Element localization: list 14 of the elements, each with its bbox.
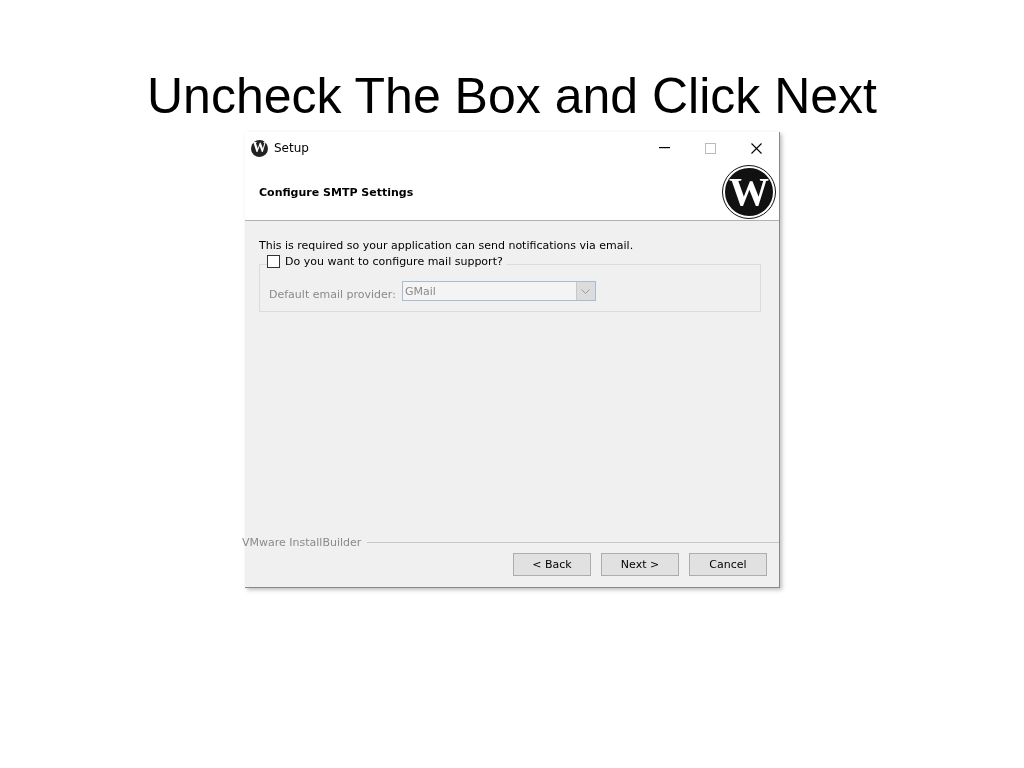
provider-label: Default email provider: <box>269 288 396 301</box>
slide-title: Uncheck The Box and Click Next <box>146 67 878 126</box>
app-logo: W <box>251 139 268 157</box>
minimize-icon[interactable] <box>658 147 670 149</box>
brand-label: VMware InstallBuilder <box>242 535 363 549</box>
description-text: This is required so your application can send notifications via email. <box>259 239 635 252</box>
page-heading: Configure SMTP Settings <box>259 185 414 199</box>
app-logo: W <box>723 166 775 218</box>
close-icon[interactable] <box>750 142 762 154</box>
wizard-button[interactable]: Next > <box>601 553 679 576</box>
wizard-button[interactable]: Cancel <box>689 553 767 576</box>
wizard-button[interactable]: < Back <box>513 553 591 576</box>
window-title: Setup <box>274 141 309 155</box>
mail-checkbox[interactable] <box>267 255 280 268</box>
